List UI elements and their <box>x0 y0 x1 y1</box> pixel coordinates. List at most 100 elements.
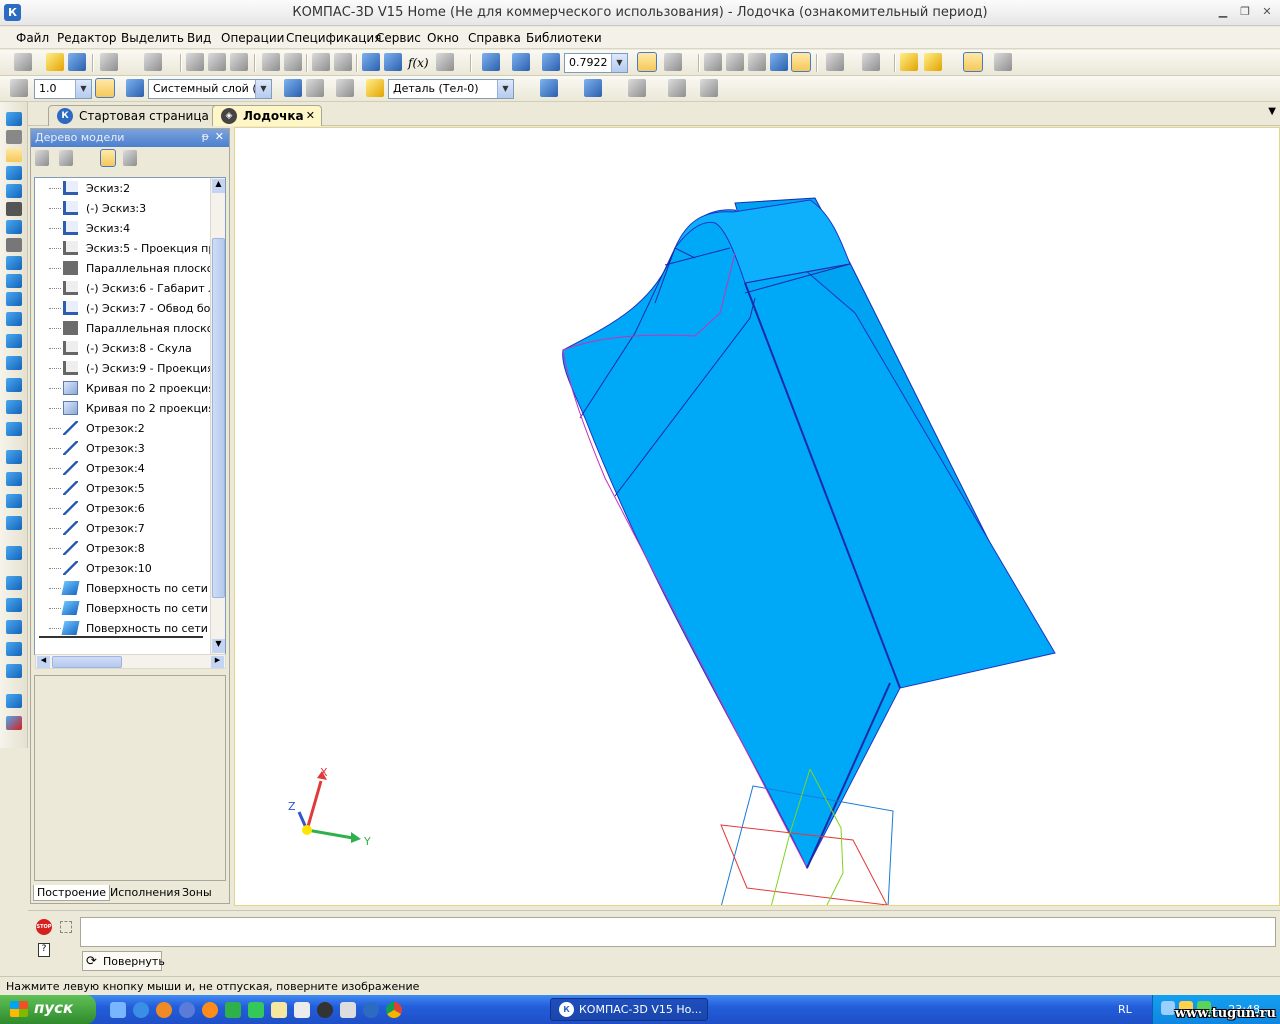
tree-toggle-icon[interactable] <box>963 52 983 72</box>
tree-item[interactable]: Параллельная плоскост <box>35 258 211 278</box>
tree-item[interactable]: Отрезок:10 <box>35 558 211 578</box>
delete-surface-icon[interactable] <box>6 716 22 730</box>
scroll-up-icon[interactable]: ▲ <box>212 179 225 193</box>
aux-geometry-icon[interactable] <box>6 184 22 198</box>
maximize-button[interactable]: ❐ <box>1236 4 1254 20</box>
quicklaunch-green-icon[interactable] <box>248 1002 264 1018</box>
pin-icon[interactable]: ᵽ <box>202 130 209 143</box>
tree-item[interactable]: Отрезок:7 <box>35 518 211 538</box>
tree-item[interactable]: Эскиз:4 <box>35 218 211 238</box>
quicklaunch-pen-icon[interactable] <box>340 1002 356 1018</box>
tab-list-chevron-icon[interactable]: ▼ <box>1268 106 1276 117</box>
tab-start-page[interactable]: К Стартовая страница <box>48 105 226 126</box>
edit-part-icon[interactable] <box>6 112 22 126</box>
tree-item[interactable]: Отрезок:8 <box>35 538 211 558</box>
tree-item[interactable]: Поверхность по сети кр <box>35 618 211 638</box>
tree-horizontal-scrollbar[interactable]: ◀ ▶ <box>35 654 226 669</box>
save-icon[interactable] <box>68 53 86 71</box>
ruled-surface-icon[interactable] <box>6 450 22 464</box>
text-style-icon[interactable] <box>700 79 718 97</box>
paste-icon[interactable] <box>230 53 248 71</box>
tree-item[interactable]: Отрезок:2 <box>35 418 211 438</box>
menu-window[interactable]: Окно <box>427 31 459 45</box>
undo-icon[interactable] <box>312 53 330 71</box>
properties-icon[interactable] <box>262 53 280 71</box>
tree-item[interactable]: Отрезок:3 <box>35 438 211 458</box>
quicklaunch-media-icon[interactable] <box>317 1002 333 1018</box>
snap-icon[interactable] <box>862 53 880 71</box>
tree-item[interactable]: Эскиз:5 - Проекция про <box>35 238 211 258</box>
tree-props-icon[interactable] <box>123 150 137 166</box>
section-icon[interactable] <box>924 53 942 71</box>
copy-icon[interactable] <box>208 53 226 71</box>
halftone-edges-icon[interactable] <box>791 52 811 72</box>
help-pointer-icon[interactable] <box>436 53 454 71</box>
display-style-icon[interactable] <box>540 79 558 97</box>
start-button[interactable]: пуск <box>0 995 96 1024</box>
print-preview-icon[interactable] <box>144 53 162 71</box>
orientation-icon[interactable] <box>664 53 682 71</box>
loft-surface-icon[interactable] <box>6 378 22 392</box>
tab-lodochka[interactable]: ◈ Лодочка ✕ <box>212 105 322 126</box>
kinematic-surface-icon[interactable] <box>6 356 22 370</box>
ortho-mode-icon[interactable] <box>95 78 115 98</box>
scroll-right-icon[interactable]: ▶ <box>211 656 224 668</box>
points-surface-icon[interactable] <box>6 494 22 508</box>
tree-hscroll-thumb[interactable] <box>52 656 122 668</box>
network-surface-icon[interactable] <box>6 422 22 436</box>
zoom-scale-combo[interactable]: 0.7922 ▼ <box>564 53 628 73</box>
panel-toggle-icon[interactable] <box>60 921 72 933</box>
zoom-window-icon[interactable] <box>482 53 500 71</box>
menu-editor[interactable]: Редактор <box>57 31 116 45</box>
grid-snap-icon[interactable] <box>10 79 28 97</box>
sheet-metal-icon[interactable] <box>6 292 22 306</box>
chevron-down-icon[interactable]: ▼ <box>497 80 513 98</box>
formula-icon[interactable]: f(x) <box>408 56 429 70</box>
flatten-icon[interactable] <box>6 694 22 708</box>
reports-icon[interactable] <box>6 256 22 270</box>
close-tab-icon[interactable]: ✕ <box>306 109 315 122</box>
tree-item[interactable]: Отрезок:6 <box>35 498 211 518</box>
menu-specification[interactable]: Спецификация <box>286 31 381 45</box>
scroll-left-icon[interactable]: ◀ <box>37 656 50 668</box>
command-field[interactable] <box>80 917 1276 947</box>
color-props-icon[interactable] <box>584 79 602 97</box>
tree-filter-icon[interactable] <box>100 149 116 167</box>
minimize-button[interactable]: ▁ <box>1214 4 1232 20</box>
light-icon[interactable] <box>628 79 646 97</box>
tree-item[interactable]: (-) Эскиз:6 - Габарит ло <box>35 278 211 298</box>
tree-item[interactable]: Отрезок:5 <box>35 478 211 498</box>
cut-icon[interactable] <box>186 53 204 71</box>
zoom-all-icon[interactable] <box>512 53 530 71</box>
print-icon[interactable] <box>100 53 118 71</box>
layers-icon[interactable] <box>126 79 144 97</box>
spec-list-icon[interactable] <box>284 53 302 71</box>
menu-libraries[interactable]: Библиотеки <box>526 31 602 45</box>
tab-zones[interactable]: Зоны <box>179 885 215 900</box>
zoom-scale-icon[interactable] <box>542 53 560 71</box>
redo-icon[interactable] <box>334 53 352 71</box>
sketch-mode-icon[interactable] <box>284 79 302 97</box>
help-icon[interactable]: ? <box>38 943 50 957</box>
sew-surfaces-icon[interactable] <box>6 598 22 612</box>
menu-select[interactable]: Выделить <box>121 31 184 45</box>
arrays-icon[interactable] <box>6 166 22 180</box>
model-viewport[interactable]: X Y Z <box>234 127 1280 906</box>
tree-item[interactable]: Эскиз:2 <box>35 178 211 198</box>
open-folder-icon[interactable] <box>46 53 64 71</box>
halftone-icon[interactable] <box>770 53 788 71</box>
close-window-button[interactable]: ✕ <box>1258 4 1276 20</box>
model-canvas[interactable]: X Y Z <box>235 128 1280 906</box>
offset-surface-icon[interactable] <box>6 472 22 486</box>
copy-props-icon[interactable] <box>668 79 686 97</box>
quicklaunch-firefox-icon[interactable] <box>202 1002 218 1018</box>
part-icon[interactable] <box>366 79 384 97</box>
tree-item[interactable]: (-) Эскиз:7 - Обвод борт <box>35 298 211 318</box>
quicklaunch-tool-icon[interactable] <box>225 1002 241 1018</box>
tree-item[interactable]: Кривая по 2 проекциям: <box>35 378 211 398</box>
tree-item[interactable]: Отрезок:4 <box>35 458 211 478</box>
revolve-surface-icon[interactable] <box>6 334 22 348</box>
tree-item[interactable]: (-) Эскиз:3 <box>35 198 211 218</box>
quicklaunch-window-icon[interactable] <box>294 1002 310 1018</box>
tree-item[interactable]: (-) Эскиз:8 - Скула <box>35 338 211 358</box>
